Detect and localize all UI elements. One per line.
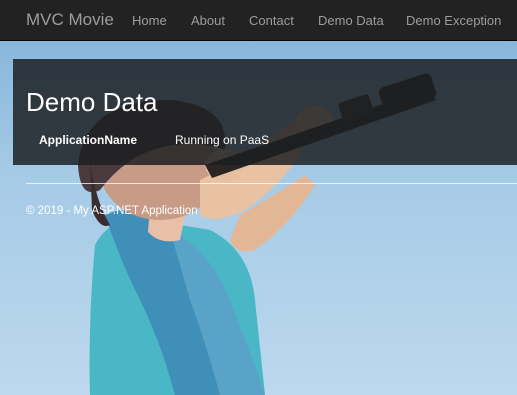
nav-demo-exception-link[interactable]: Demo Exception bbox=[406, 13, 501, 28]
nav-home-link[interactable]: Home bbox=[132, 13, 167, 28]
page-title: Demo Data bbox=[26, 87, 158, 117]
setting-value: Running on PaaS bbox=[175, 133, 270, 147]
demo-data-panel: Demo Data ApplicationName Running on Paa… bbox=[13, 59, 517, 165]
brand-link[interactable]: MVC Movie bbox=[26, 10, 114, 30]
setting-key: ApplicationName bbox=[39, 133, 138, 147]
top-navbar: MVC Movie Home About Contact Demo Data D… bbox=[0, 0, 517, 41]
footer-divider bbox=[26, 183, 517, 184]
nav-contact-link[interactable]: Contact bbox=[249, 13, 294, 28]
nav-about-link[interactable]: About bbox=[191, 13, 225, 28]
footer-copyright: © 2019 - My ASP.NET Application bbox=[26, 205, 198, 217]
nav-demo-data-link[interactable]: Demo Data bbox=[318, 13, 384, 28]
